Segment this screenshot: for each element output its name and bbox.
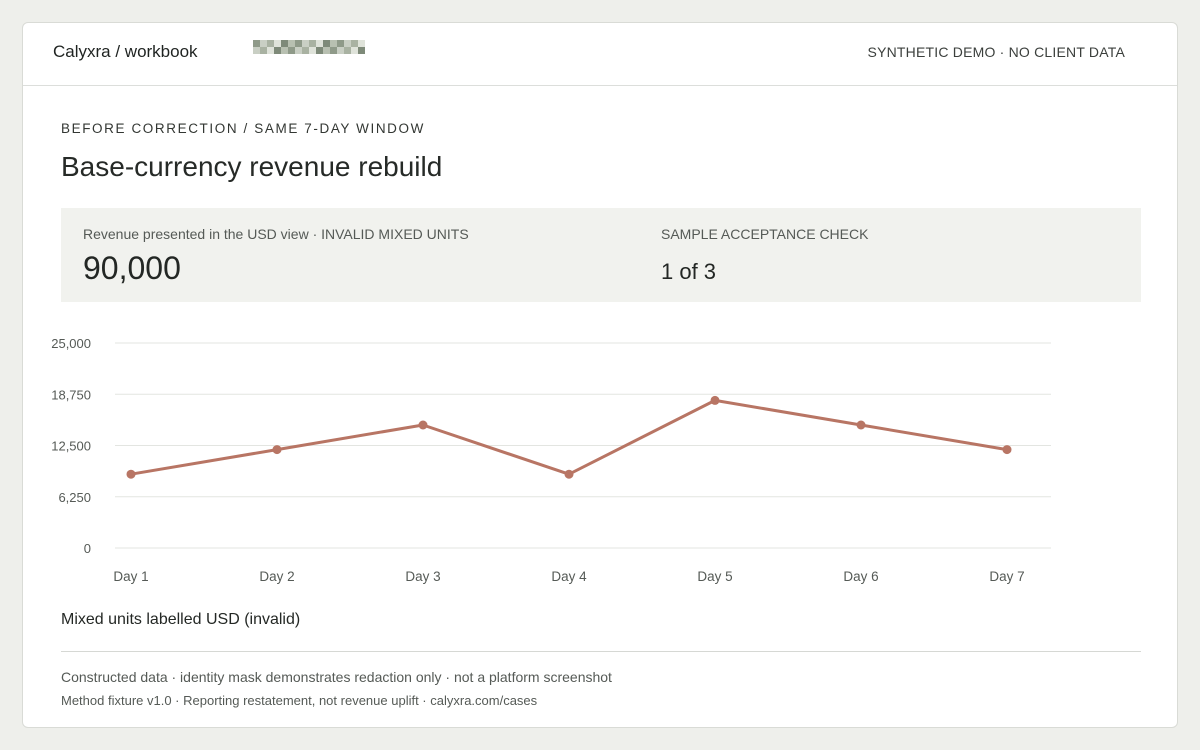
x-tick-label: Day 7 [989, 569, 1024, 584]
revenue-kpi-value: 90,000 [83, 250, 181, 286]
y-tick-label: 25,000 [51, 336, 91, 351]
chart-legend: Mixed units labelled USD (invalid) [61, 611, 301, 628]
revenue-kpi-label: Revenue presented in the USD view · INVA… [83, 226, 469, 242]
x-tick-label: Day 3 [405, 569, 440, 584]
synthetic-demo-badge: SYNTHETIC DEMO · NO CLIENT DATA [867, 44, 1125, 60]
data-point [856, 420, 866, 430]
breadcrumb[interactable]: Calyxra / workbook [53, 42, 198, 62]
y-tick-label: 6,250 [58, 490, 91, 505]
x-tick-label: Day 6 [843, 569, 878, 584]
footer-divider [61, 651, 1141, 652]
page-title: Base-currency revenue rebuild [61, 151, 443, 182]
y-tick-label: 18,750 [51, 387, 91, 402]
top-bar: Calyxra / workbook SYNTHETIC DEMO · NO C… [23, 23, 1177, 86]
x-tick-label: Day 5 [697, 569, 732, 584]
redaction-mask-icon [253, 40, 365, 54]
revenue-line-chart: 0 6,250 12,500 18,750 25,000 Day 1 Day 2 Day 3 D… [51, 336, 1051, 584]
x-tick-label: Day 2 [259, 569, 294, 584]
kpi-panel: Revenue presented in the USD view · INVA… [61, 208, 1141, 302]
data-point [126, 469, 136, 479]
data-point [272, 445, 282, 455]
x-tick-label: Day 1 [113, 569, 148, 584]
workbook-card: Calyxra / workbook SYNTHETIC DEMO · NO C… [22, 22, 1178, 728]
y-tick-label: 12,500 [51, 439, 91, 454]
acceptance-check-value: 1 of 3 [661, 259, 717, 284]
footer-method: Method fixture v1.0 · Reporting restatem… [61, 693, 538, 708]
series-line [130, 398, 1008, 476]
data-point [1002, 445, 1012, 455]
footer-note: Constructed data · identity mask demonst… [61, 669, 612, 685]
data-point [710, 395, 720, 405]
acceptance-check-label: SAMPLE ACCEPTANCE CHECK [661, 226, 869, 242]
section-eyebrow: BEFORE CORRECTION / SAME 7-DAY WINDOW [61, 121, 425, 136]
y-tick-label: 0 [84, 541, 91, 556]
x-tick-label: Day 4 [551, 569, 587, 584]
data-point [418, 420, 428, 430]
data-point [564, 469, 574, 479]
